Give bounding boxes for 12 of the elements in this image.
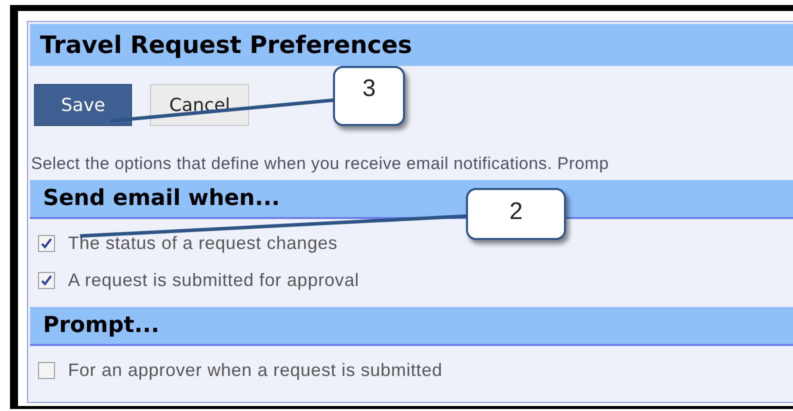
section-header: Prompt... — [30, 307, 793, 346]
save-button[interactable]: Save — [34, 84, 132, 126]
option-label: A request is submitted for approval — [68, 270, 360, 291]
panel-title: Travel Request Preferences — [40, 31, 412, 59]
checkbox[interactable] — [38, 272, 55, 289]
option-label: For an approver when a request is submitted — [68, 360, 442, 381]
option-label: The status of a request changes — [68, 233, 338, 254]
description-text: Select the options that define when you receive email notifications. Promp — [30, 154, 610, 174]
checkbox[interactable] — [38, 362, 55, 379]
callout-number: 2 — [466, 188, 566, 240]
callout-number: 3 — [333, 66, 405, 126]
checkbox[interactable] — [38, 235, 55, 252]
